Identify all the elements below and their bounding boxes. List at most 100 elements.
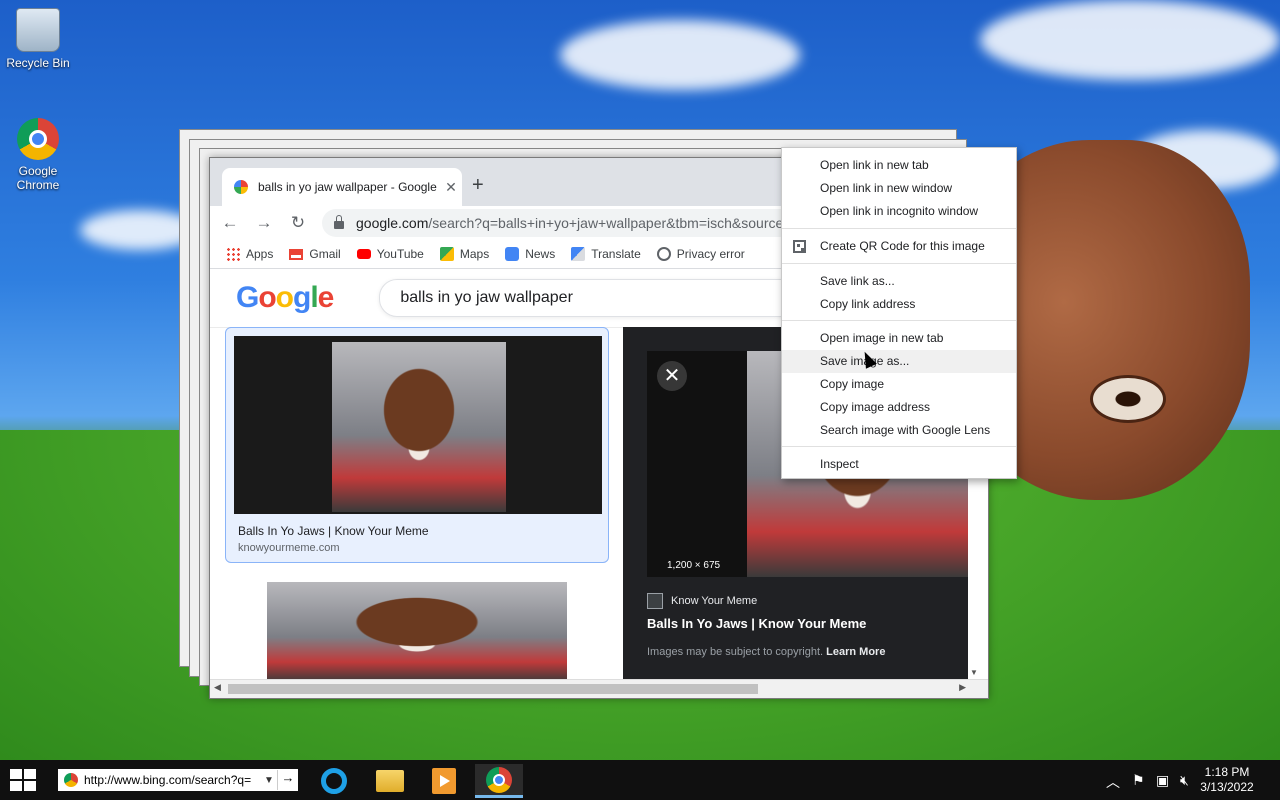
taskbar-chrome[interactable] [475,764,523,798]
menu-item-save-link-as[interactable]: Save link as... [782,270,1016,293]
tab-google-search[interactable]: balls in yo jaw wallpaper - Google ✕ [222,168,462,206]
reload-icon[interactable]: ↻ [288,213,308,233]
cloud [980,0,1280,80]
bookmark-news[interactable]: News [505,247,555,261]
go-arrow-icon[interactable]: → [277,770,298,790]
bookmark-privacy-error[interactable]: Privacy error [656,247,745,261]
forward-arrow-icon[interactable]: → [254,213,274,233]
taskbar-file-explorer[interactable] [366,764,414,798]
youtube-icon [356,249,371,259]
taskbar: http://www.bing.com/search?q= ▼ → ︿ ⚑ ▣ … [0,760,1280,800]
taskbar-media-player[interactable] [420,764,468,798]
bookmark-label: Apps [246,247,274,261]
scroll-down-icon[interactable]: ▼ [970,668,978,677]
menu-item-create-qr-code[interactable]: Create QR Code for this image [782,235,1016,258]
bookmark-label: YouTube [376,247,424,261]
menu-item-save-image-as[interactable]: Save image as... [782,350,1016,373]
menu-item-copy-link-address[interactable]: Copy link address [782,293,1016,316]
chrome-icon [17,118,59,160]
logo-letter: o [275,281,294,314]
menu-item-open-link-new-tab[interactable]: Open link in new tab [782,154,1016,177]
translate-icon [571,247,586,261]
lock-icon [334,215,344,229]
preview-title[interactable]: Balls In Yo Jaws | Know Your Meme [647,616,866,631]
result-photo [267,582,567,682]
qr-code-icon [793,240,806,253]
logo-letter: G [236,281,259,314]
search-query: balls in yo jaw wallpaper [400,289,573,306]
google-logo[interactable]: Google [236,281,334,315]
scroll-right-icon[interactable]: ▶ [959,682,966,693]
address-host: google.com [356,215,429,231]
menu-item-label: Create QR Code for this image [820,239,985,253]
clock-date: 3/13/2022 [1200,780,1254,794]
result-thumbnail[interactable] [267,582,567,682]
address-path: /search?q=balls+in+yo+jaw+wallpaper&tbm=… [428,215,784,231]
new-tab-button[interactable]: + [472,174,484,197]
bookmark-maps[interactable]: Maps [439,247,490,261]
image-dimensions: 1,200 × 675 [667,560,721,571]
news-icon [505,247,520,261]
volume-muted-icon[interactable]: 🔇︎ [1180,772,1189,789]
menu-separator [782,228,1016,229]
cloud [560,20,800,90]
source-logo-icon [647,593,663,609]
chevron-down-icon[interactable]: ▼ [261,775,277,786]
desktop-icon-label: Google Chrome [16,164,60,192]
horizontal-scrollbar[interactable]: ◀ ▶ [210,679,988,698]
google-favicon-icon [234,180,248,194]
bookmark-label: Maps [459,247,490,261]
result-thumbnail[interactable] [234,336,602,514]
bookmark-label: News [525,247,556,261]
menu-separator [782,263,1016,264]
flag-icon[interactable]: ⚑ [1132,772,1145,789]
face-eye [1090,375,1166,423]
desktop-icon-google-chrome[interactable]: Google Chrome [0,118,76,192]
desktop-icon-label: Recycle Bin [6,56,70,70]
menu-item-copy-image[interactable]: Copy image [782,373,1016,396]
copyright-notice: Images may be subject to copyright. Lear… [647,646,885,658]
menu-item-open-image-new-tab[interactable]: Open image in new tab [782,327,1016,350]
windows-start-icon[interactable] [10,769,38,791]
learn-more-link[interactable]: Learn More [826,646,885,658]
logo-letter: l [310,281,318,314]
network-icon[interactable]: ▣ [1156,772,1169,789]
desktop-icon-recycle-bin[interactable]: Recycle Bin [0,8,76,70]
maps-icon [439,247,454,261]
apps-icon [226,247,240,261]
menu-item-copy-image-address[interactable]: Copy image address [782,396,1016,419]
chrome-icon [64,773,78,787]
image-result-card[interactable]: Balls In Yo Jaws | Know Your Meme knowyo… [225,327,609,563]
bookmark-translate[interactable]: Translate [571,247,641,261]
image-result-card[interactable] [225,577,609,687]
taskbar-address-text: http://www.bing.com/search?q= [84,773,252,787]
scrollbar-thumb[interactable] [228,684,758,694]
logo-letter: o [258,281,276,314]
result-title[interactable]: Balls In Yo Jaws | Know Your Meme [238,524,429,538]
privacy-icon [656,247,671,261]
taskbar-address-bar[interactable]: http://www.bing.com/search?q= ▼ → [58,769,298,791]
close-icon[interactable]: ✕ [440,179,462,196]
menu-item-open-link-incognito[interactable]: Open link in incognito window [782,200,1016,223]
menu-item-open-link-new-window[interactable]: Open link in new window [782,177,1016,200]
chrome-icon [486,766,512,793]
bookmark-youtube[interactable]: YouTube [356,247,424,261]
taskbar-internet-explorer[interactable] [310,764,358,798]
recycle-bin-icon [16,8,60,52]
menu-item-inspect[interactable]: Inspect [782,453,1016,476]
bookmark-apps[interactable]: Apps [226,247,273,261]
folder-icon [376,770,404,792]
back-arrow-icon[interactable]: ← [220,213,240,233]
google-search-input[interactable]: balls in yo jaw wallpaper [379,279,822,317]
chevron-up-icon[interactable]: ︿ [1106,772,1120,792]
result-photo [332,342,506,512]
close-icon[interactable]: ✕ [657,361,687,391]
result-domain: knowyourmeme.com [238,542,340,554]
system-clock[interactable]: 1:18 PM 3/13/2022 [1196,765,1258,795]
menu-item-search-google-lens[interactable]: Search image with Google Lens [782,419,1016,442]
scroll-left-icon[interactable]: ◀ [214,682,221,693]
bookmark-label: Gmail [309,247,341,261]
bookmark-gmail[interactable]: Gmail [289,247,341,261]
preview-source[interactable]: Know Your Meme [647,593,757,609]
bookmark-label: Translate [591,247,641,261]
